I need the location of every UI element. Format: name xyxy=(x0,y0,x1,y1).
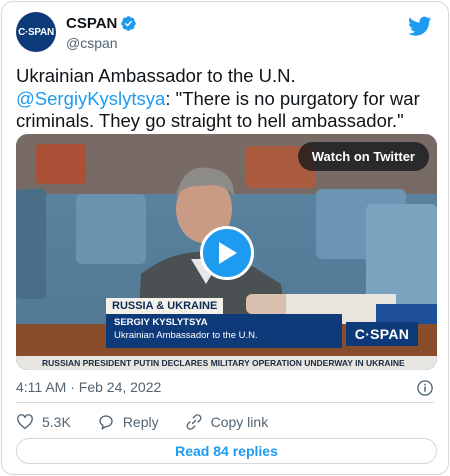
twitter-bird-icon[interactable] xyxy=(408,14,432,38)
read-replies-button[interactable]: Read 84 replies xyxy=(16,438,437,464)
copy-link-label: Copy link xyxy=(210,414,269,430)
tweet-timestamp[interactable]: 4:11 AM · Feb 24, 2022 xyxy=(16,378,161,396)
divider xyxy=(16,402,434,403)
lower-third-person-name: SERGIY KYSLYTSYA xyxy=(114,317,208,328)
news-ticker: RUSSIAN PRESIDENT PUTIN DECLARES MILITAR… xyxy=(16,356,437,370)
watch-on-twitter-button[interactable]: Watch on Twitter xyxy=(297,142,429,171)
tweet-text-before: Ukrainian Ambassador to the U.N. xyxy=(16,65,296,86)
reply-bubble-icon xyxy=(99,415,113,430)
play-icon xyxy=(219,242,237,264)
tweet-card: C· SPAN CSPAN @cspan Ukrainian Ambassador… xyxy=(1,1,449,475)
lower-third-person-title: Ukrainian Ambassador to the U.N. xyxy=(114,330,258,341)
tweet-text: Ukrainian Ambassador to the U.N. @Sergiy… xyxy=(16,65,434,133)
mention-link[interactable]: @SergiyKyslytsya xyxy=(16,88,165,109)
avatar-text-c: C· xyxy=(18,26,29,38)
reply-label: Reply xyxy=(122,414,159,430)
link-icon xyxy=(186,414,201,430)
action-bar: 5.3K Reply Copy link xyxy=(16,411,294,433)
heart-icon xyxy=(17,414,33,430)
lower-third-topic: RUSSIA & UKRAINE xyxy=(106,298,224,314)
display-name-row[interactable]: CSPAN xyxy=(66,14,137,33)
verified-badge-icon xyxy=(121,16,137,31)
avatar-text-span: SPAN xyxy=(28,26,54,38)
video-player[interactable]: Watch on Twitter RUSSIA & UKRAINE SERGIY… xyxy=(16,134,437,370)
display-name[interactable]: CSPAN xyxy=(66,14,117,33)
tweet-header: C· SPAN CSPAN @cspan xyxy=(16,12,434,56)
like-button[interactable]: 5.3K xyxy=(16,413,71,431)
handle[interactable]: @cspan xyxy=(66,34,137,52)
lower-third-nameplate: SERGIY KYSLYTSYA Ukrainian Ambassador to… xyxy=(106,314,342,348)
account-names: CSPAN @cspan xyxy=(66,14,137,52)
avatar[interactable]: C· SPAN xyxy=(16,12,56,52)
info-icon[interactable] xyxy=(416,379,434,397)
reply-button[interactable]: Reply xyxy=(97,413,159,431)
like-count: 5.3K xyxy=(42,414,71,430)
play-button[interactable] xyxy=(200,226,254,280)
copy-link-button[interactable]: Copy link xyxy=(185,413,269,431)
cspan-bug-logo: C·SPAN xyxy=(346,322,418,346)
